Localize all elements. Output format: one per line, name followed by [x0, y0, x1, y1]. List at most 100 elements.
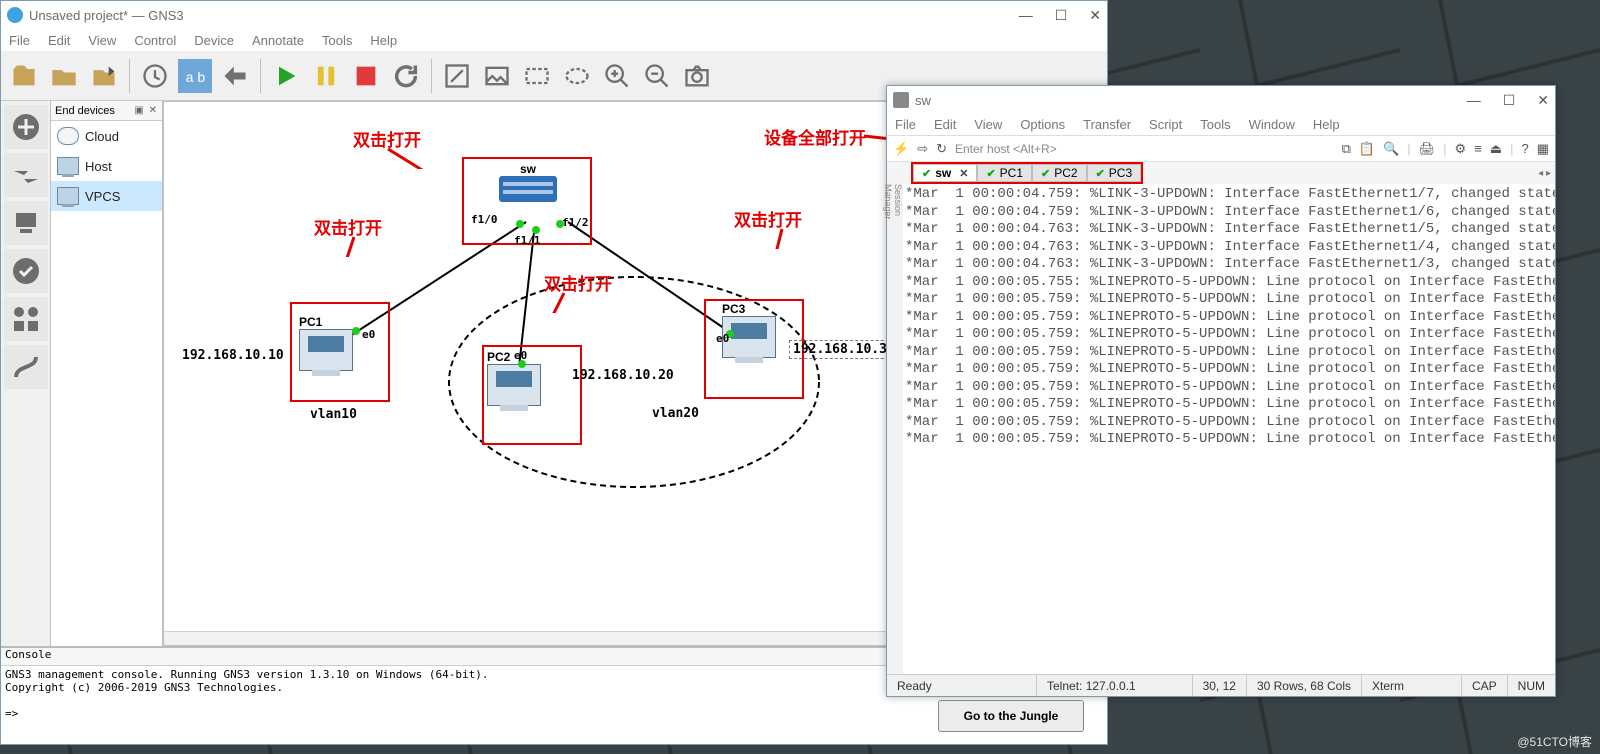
session-manager-label: Session Manager — [889, 184, 903, 220]
crt-titlebar: sw — ☐ ✕ — [887, 86, 1555, 114]
go-to-jungle-button[interactable]: Go to the Jungle — [938, 700, 1084, 732]
switches-category-icon[interactable] — [4, 153, 48, 197]
check-icon: ✔ — [986, 167, 995, 180]
terminal-output[interactable]: *Mar 1 00:00:04.759: %LINK-3-UPDOWN: Int… — [887, 184, 1555, 674]
crt-maximize-button[interactable]: ☐ — [1503, 92, 1516, 109]
securecrt-window: sw — ☐ ✕ File Edit View Options Transfer Scri… — [886, 85, 1556, 697]
zoom-in-icon[interactable] — [600, 59, 634, 93]
status-num: NUM — [1508, 675, 1555, 696]
node-sw[interactable]: sw — [499, 162, 557, 202]
pc-icon — [57, 157, 79, 175]
snapshot-icon[interactable] — [138, 59, 172, 93]
menu-file[interactable]: File — [9, 33, 30, 48]
panel-controls[interactable]: ▣ ✕ — [134, 105, 158, 116]
tab-nav[interactable]: ◂ ▸ — [1538, 168, 1551, 179]
menu-edit[interactable]: Edit — [48, 33, 70, 48]
crt-statusbar: Ready Telnet: 127.0.0.1 30, 12 30 Rows, … — [887, 674, 1555, 696]
status-termtype: Xterm — [1362, 675, 1462, 696]
menu-view[interactable]: View — [88, 33, 116, 48]
security-category-icon[interactable] — [4, 249, 48, 293]
device-item-cloud[interactable]: Cloud — [51, 121, 162, 151]
device-item-label: Cloud — [85, 129, 119, 144]
close-tab-icon[interactable]: ✕ — [959, 167, 968, 180]
pc3-ip: 192.168.10.30 — [789, 340, 899, 359]
crt-menu-edit[interactable]: Edit — [934, 117, 956, 132]
crt-menu-window[interactable]: Window — [1249, 117, 1295, 132]
crt-menu-file[interactable]: File — [895, 117, 916, 132]
gns3-titlebar: Unsaved project* — GNS3 — ☐ ✕ — [1, 1, 1107, 29]
status-size: 30 Rows, 68 Cols — [1247, 675, 1362, 696]
annotation-pc3: 双击打开 — [734, 206, 802, 231]
device-item-host[interactable]: Host — [51, 151, 162, 181]
pc2-port: e0 — [514, 349, 527, 362]
settings-icon[interactable]: ⚙ — [1455, 141, 1467, 157]
routers-category-icon[interactable] — [4, 105, 48, 149]
crt-close-button[interactable]: ✕ — [1537, 92, 1549, 109]
menu-help[interactable]: Help — [370, 33, 397, 48]
help-icon[interactable]: ? — [1521, 141, 1528, 156]
crt-menu-tools[interactable]: Tools — [1200, 117, 1230, 132]
connect-icon[interactable]: ⇨ — [917, 141, 928, 157]
minimize-button[interactable]: — — [1019, 7, 1033, 24]
pc2-label: PC2 — [487, 350, 510, 364]
menu-tools[interactable]: Tools — [322, 33, 352, 48]
crt-menu-view[interactable]: View — [974, 117, 1002, 132]
ellipse-icon[interactable] — [560, 59, 594, 93]
menu-device[interactable]: Device — [194, 33, 234, 48]
crt-minimize-button[interactable]: — — [1467, 92, 1481, 109]
reload-all-icon[interactable] — [389, 59, 423, 93]
crt-menu-script[interactable]: Script — [1149, 117, 1182, 132]
zoom-out-icon[interactable] — [640, 59, 674, 93]
session-tab-sw[interactable]: ✔sw✕ — [913, 164, 977, 182]
device-item-label: Host — [85, 159, 112, 174]
pc3-label: PC3 — [722, 302, 745, 316]
end-devices-category-icon[interactable] — [4, 201, 48, 245]
gns3-app-icon — [7, 7, 23, 23]
open-project-icon[interactable] — [7, 59, 41, 93]
crt-menu-help[interactable]: Help — [1313, 117, 1340, 132]
print-icon[interactable]: 🖨 — [1419, 141, 1436, 157]
save-icon[interactable] — [87, 59, 121, 93]
close-button[interactable]: ✕ — [1089, 7, 1101, 24]
paste-icon[interactable]: 📋 — [1359, 141, 1375, 157]
tile-icon[interactable]: ▦ — [1537, 141, 1549, 157]
quick-connect-icon[interactable]: ⚡ — [893, 141, 909, 157]
session-tab-pc3[interactable]: ✔PC3 — [1087, 164, 1142, 182]
screenshot-icon[interactable] — [680, 59, 714, 93]
console-all-icon[interactable] — [218, 59, 252, 93]
copy-icon[interactable]: ⧉ — [1342, 141, 1351, 157]
pc1-port: e0 — [362, 328, 375, 341]
device-item-vpcs[interactable]: VPCS — [51, 181, 162, 211]
menu-control[interactable]: Control — [134, 33, 176, 48]
maximize-button[interactable]: ☐ — [1055, 7, 1068, 24]
reconnect-icon[interactable]: ↻ — [936, 141, 947, 157]
crt-tabs-highlight: ✔sw✕✔PC1✔PC2✔PC3 — [911, 162, 1143, 184]
annotation-pc1: 双击打开 — [314, 214, 382, 239]
start-all-icon[interactable] — [269, 59, 303, 93]
session-tab-pc2[interactable]: ✔PC2 — [1032, 164, 1087, 182]
rectangle-icon[interactable] — [520, 59, 554, 93]
node-pc1[interactable]: PC1 — [299, 315, 353, 371]
image-icon[interactable] — [480, 59, 514, 93]
show-interfaces-icon[interactable]: a b — [178, 59, 212, 93]
crt-menu-transfer[interactable]: Transfer — [1083, 117, 1131, 132]
open-icon[interactable] — [47, 59, 81, 93]
session-tab-pc1[interactable]: ✔PC1 — [977, 164, 1032, 182]
toggle-icon[interactable]: ⏏ — [1490, 141, 1502, 157]
note-icon[interactable] — [440, 59, 474, 93]
crt-menu-options[interactable]: Options — [1020, 117, 1065, 132]
menu-annotate[interactable]: Annotate — [252, 33, 304, 48]
host-input[interactable]: Enter host <Alt+R> — [955, 142, 1334, 156]
find-icon[interactable]: 🔍 — [1383, 141, 1399, 157]
gns3-title: Unsaved project* — GNS3 — [29, 8, 184, 23]
all-devices-category-icon[interactable] — [4, 297, 48, 341]
annotation-open-all: 设备全部打开 — [764, 124, 866, 149]
stop-all-icon[interactable] — [349, 59, 383, 93]
pc3-port: e0 — [716, 332, 729, 345]
crt-title: sw — [915, 93, 931, 108]
pause-all-icon[interactable] — [309, 59, 343, 93]
vlan20-label: vlan20 — [652, 406, 699, 421]
session-options-icon[interactable]: ≡ — [1474, 141, 1482, 157]
pc2-ip: 192.168.10.20 — [572, 368, 674, 383]
link-tool-icon[interactable] — [4, 345, 48, 389]
